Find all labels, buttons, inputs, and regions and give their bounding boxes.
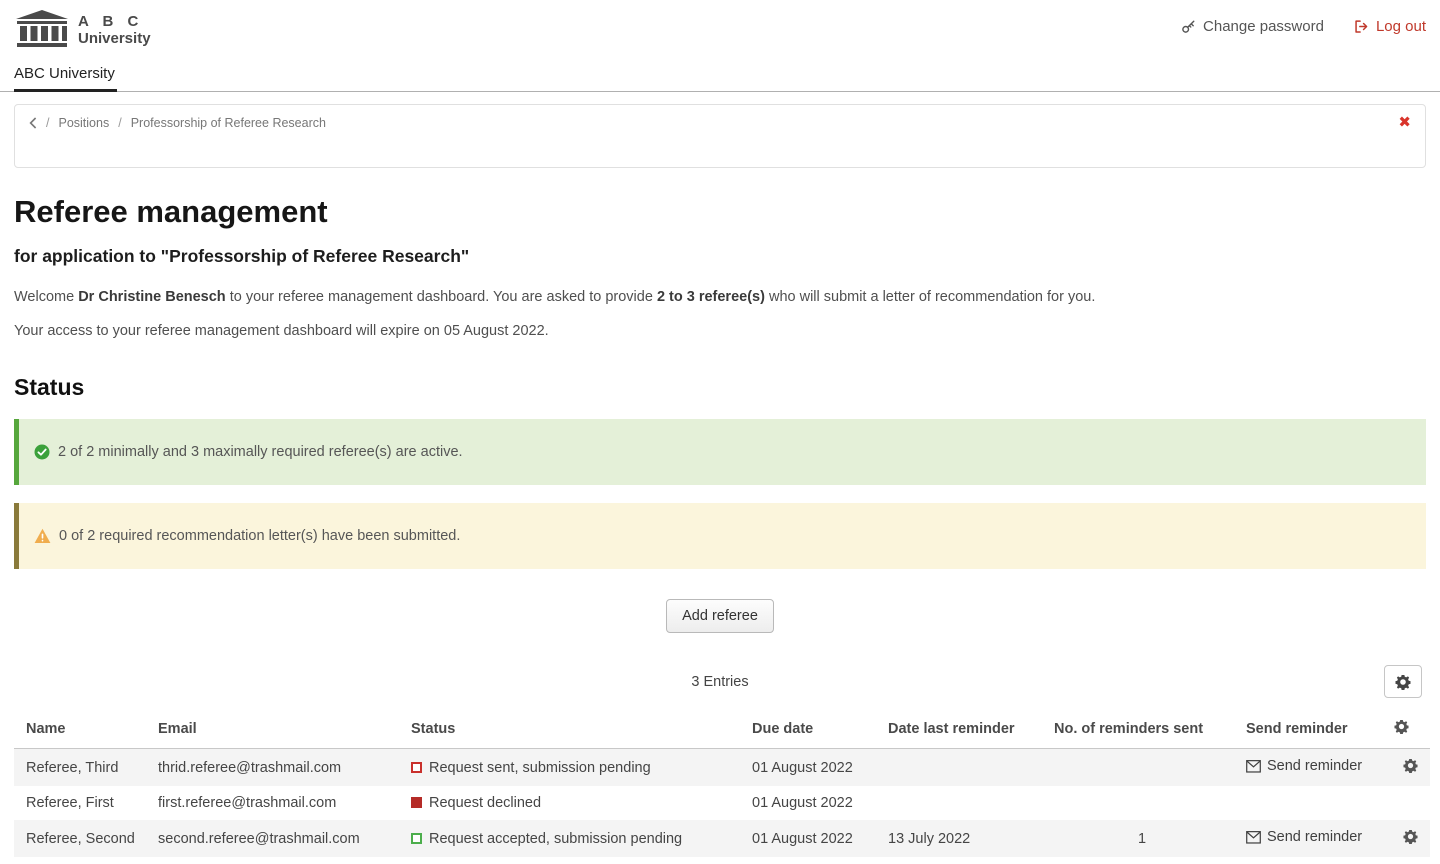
expiry-text: Your access to your referee management d…: [14, 321, 1426, 342]
breadcrumb-current: Professorship of Referee Research: [131, 116, 326, 130]
row-settings-cell: [1386, 786, 1430, 820]
top-header: A B C University Change password: [0, 0, 1440, 54]
logout-link[interactable]: Log out: [1354, 18, 1426, 35]
change-password-label: Change password: [1203, 18, 1324, 35]
gear-icon: [1403, 758, 1418, 773]
header-actions: Change password Log out: [1181, 10, 1426, 35]
welcome-prefix: Welcome: [14, 289, 78, 305]
referee-name: Referee, Second: [14, 820, 150, 857]
row-settings-icon[interactable]: [1403, 829, 1418, 844]
send-reminder-cell: Send reminder: [1238, 749, 1386, 787]
welcome-middle: to your referee management dashboard. Yo…: [226, 289, 657, 305]
col-header-reminders-sent: No. of reminders sent: [1046, 709, 1238, 749]
date-last-reminder: 13 July 2022: [880, 820, 1046, 857]
envelope-icon: [1246, 831, 1261, 844]
referee-email: first.referee@trashmail.com: [150, 786, 403, 820]
add-referee-button[interactable]: Add referee: [666, 599, 774, 633]
logo-text-abc: A B C: [78, 13, 151, 30]
reminders-sent-count: [1046, 749, 1238, 787]
referee-row: Referee, Thirdthrid.referee@trashmail.co…: [14, 749, 1430, 787]
col-header-send-reminder: Send reminder: [1238, 709, 1386, 749]
status-square-icon: [411, 833, 422, 844]
table-header-row: Name Email Status Due date Date last rem…: [14, 709, 1430, 749]
logo-text: A B C University: [78, 13, 151, 48]
warning-message: 0 of 2 required recommendation letter(s)…: [59, 528, 460, 544]
referee-status: Request accepted, submission pending: [403, 820, 744, 857]
referee-table: Name Email Status Due date Date last rem…: [14, 709, 1430, 857]
table-settings-button[interactable]: [1384, 665, 1422, 698]
due-date: 01 August 2022: [744, 820, 880, 857]
back-chevron-icon[interactable]: [29, 117, 37, 129]
status-alert-warning: 0 of 2 required recommendation letter(s)…: [14, 503, 1426, 569]
col-header-settings: [1386, 709, 1430, 749]
referee-requirement: 2 to 3 referee(s): [657, 289, 765, 305]
referee-name: Referee, First: [14, 786, 150, 820]
success-message: 2 of 2 minimally and 3 maximally require…: [58, 444, 463, 460]
gear-icon: [1403, 829, 1418, 844]
welcome-text: Welcome Dr Christine Benesch to your ref…: [14, 287, 1426, 308]
breadcrumb: / Positions / Professorship of Referee R…: [29, 115, 1411, 130]
status-square-icon: [411, 762, 422, 773]
column-settings-icon[interactable]: [1394, 719, 1409, 734]
row-settings-cell: [1386, 749, 1430, 787]
close-icon[interactable]: ✖: [1398, 115, 1411, 130]
col-header-date-last-reminder: Date last reminder: [880, 709, 1046, 749]
status-square-icon: [411, 797, 422, 808]
send-reminder-cell: [1238, 786, 1386, 820]
welcome-suffix: who will submit a letter of recommendati…: [765, 289, 1095, 305]
reminders-sent-count: [1046, 786, 1238, 820]
referee-row: Referee, Secondsecond.referee@trashmail.…: [14, 820, 1430, 857]
main-content: Referee management for application to "P…: [0, 194, 1440, 864]
page-subtitle: for application to "Professorship of Ref…: [14, 246, 1426, 267]
go-to-top-link[interactable]: Go to top: [14, 857, 1426, 864]
page-title: Referee management: [14, 194, 1426, 230]
gear-icon: [1395, 674, 1411, 690]
date-last-reminder: [880, 749, 1046, 787]
reminders-sent-count: 1: [1046, 820, 1238, 857]
university-logo: A B C University: [14, 10, 151, 50]
referee-status: Request declined: [403, 786, 744, 820]
check-circle-icon: [34, 444, 50, 460]
breadcrumb-separator: /: [46, 116, 49, 130]
logout-icon: [1354, 19, 1369, 34]
breadcrumb-separator: /: [118, 116, 121, 130]
change-password-link[interactable]: Change password: [1181, 18, 1324, 35]
due-date: 01 August 2022: [744, 749, 880, 787]
warning-triangle-icon: [34, 528, 51, 544]
main-nav: ABC University: [0, 60, 1440, 92]
logo-text-university: University: [78, 30, 151, 47]
breadcrumb-panel: / Positions / Professorship of Referee R…: [14, 104, 1426, 168]
send-reminder-link[interactable]: Send reminder: [1246, 758, 1362, 774]
col-header-name: Name: [14, 709, 150, 749]
date-last-reminder: [880, 786, 1046, 820]
referee-row: Referee, Firstfirst.referee@trashmail.co…: [14, 786, 1430, 820]
send-reminder-cell: Send reminder: [1238, 820, 1386, 857]
tab-abc-university[interactable]: ABC University: [14, 60, 117, 92]
row-settings-icon[interactable]: [1403, 758, 1418, 773]
referee-status: Request sent, submission pending: [403, 749, 744, 787]
applicant-name: Dr Christine Benesch: [78, 289, 225, 305]
referee-name: Referee, Third: [14, 749, 150, 787]
entries-count: 3 Entries: [691, 674, 748, 690]
send-reminder-link[interactable]: Send reminder: [1246, 829, 1362, 845]
university-building-icon: [14, 10, 70, 50]
referee-email: second.referee@trashmail.com: [150, 820, 403, 857]
col-header-status: Status: [403, 709, 744, 749]
breadcrumb-positions[interactable]: Positions: [58, 116, 109, 130]
envelope-icon: [1246, 760, 1261, 773]
referee-table-body: Referee, Thirdthrid.referee@trashmail.co…: [14, 749, 1430, 858]
col-header-email: Email: [150, 709, 403, 749]
col-header-due-date: Due date: [744, 709, 880, 749]
add-referee-area: Add referee: [14, 599, 1426, 633]
referee-email: thrid.referee@trashmail.com: [150, 749, 403, 787]
status-heading: Status: [14, 374, 1426, 401]
logout-label: Log out: [1376, 18, 1426, 35]
status-alert-success: 2 of 2 minimally and 3 maximally require…: [14, 419, 1426, 485]
due-date: 01 August 2022: [744, 786, 880, 820]
entries-row: 3 Entries: [14, 665, 1426, 699]
key-icon: [1181, 19, 1196, 34]
row-settings-cell: [1386, 820, 1430, 857]
